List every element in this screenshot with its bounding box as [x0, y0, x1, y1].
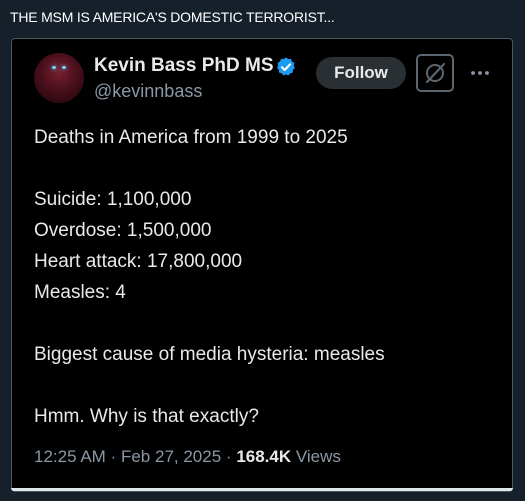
views-count: 168.4K [236, 447, 292, 466]
grok-icon [425, 62, 446, 84]
tweet-date[interactable]: Feb 27, 2025 [121, 447, 221, 466]
embedded-tweet-card[interactable]: Kevin Bass PhD MS @kevinnbass Follow Dea… [11, 38, 513, 492]
more-dots-icon[interactable] [468, 63, 492, 83]
follow-button[interactable]: Follow [316, 57, 406, 89]
tweet-text: Deaths in America from 1999 to 2025 Suic… [34, 122, 494, 432]
tweet-line-suicide: Suicide: 1,100,000 [34, 189, 192, 210]
post-caption: THE MSM IS AMERICA'S DOMESTIC TERRORIST.… [10, 9, 335, 25]
meta-separator: · [225, 447, 232, 466]
avatar-eye-left [52, 66, 56, 69]
avatar[interactable] [34, 53, 84, 103]
tweet-line-title: Deaths in America from 1999 to 2025 [34, 127, 348, 148]
avatar-eye-right [62, 66, 66, 69]
tweet-line-spacer [34, 370, 494, 401]
grok-button[interactable] [416, 54, 454, 92]
verified-badge-icon [277, 57, 295, 76]
tweet-line-spacer [34, 153, 494, 184]
meta-separator: · [110, 447, 117, 466]
tweet-line-measles: Measles: 4 [34, 282, 126, 303]
author-display-name[interactable]: Kevin Bass PhD MS [94, 55, 274, 77]
author-handle[interactable]: @kevinnbass [94, 81, 202, 102]
tweet-line-hysteria: Biggest cause of media hysteria: measles [34, 344, 385, 365]
card-bottom-border [11, 488, 513, 491]
tweet-line-overdose: Overdose: 1,500,000 [34, 220, 212, 241]
views-label: Views [295, 447, 341, 466]
tweet-line-question: Hmm. Why is that exactly? [34, 406, 259, 427]
page: THE MSM IS AMERICA'S DOMESTIC TERRORIST.… [0, 0, 525, 501]
tweet-line-heart-attack: Heart attack: 17,800,000 [34, 251, 243, 272]
tweet-meta: 12:25 AM · Feb 27, 2025 · 168.4K Views [34, 447, 341, 467]
tweet-line-spacer [34, 308, 494, 339]
tweet-time[interactable]: 12:25 AM [34, 447, 106, 466]
